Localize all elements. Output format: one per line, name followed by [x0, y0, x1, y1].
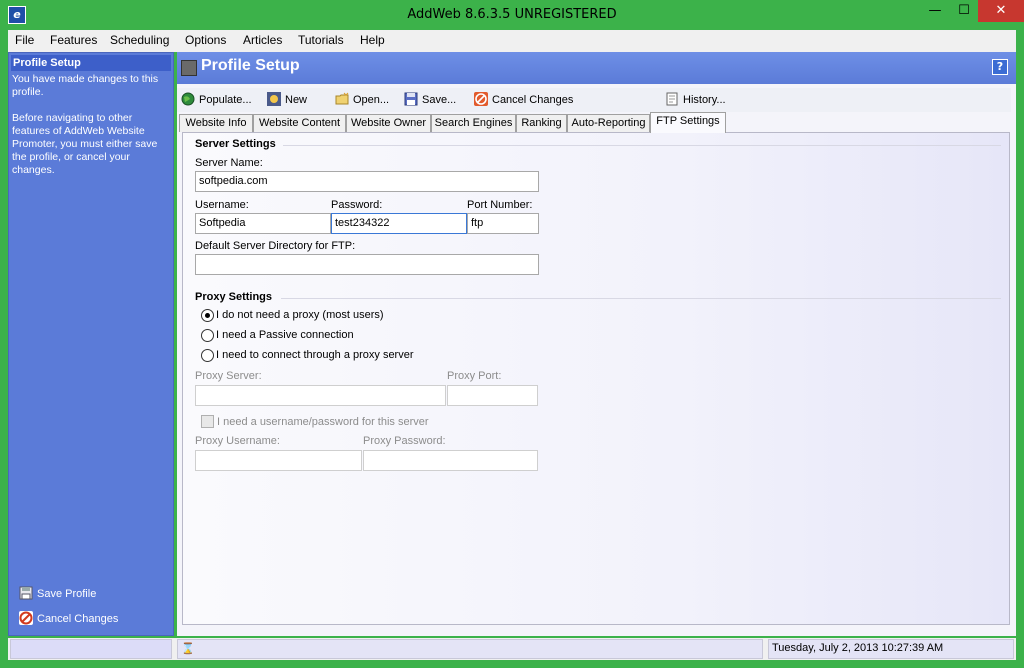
close-button[interactable]: ✕ — [978, 0, 1024, 22]
window-title: AddWeb 8.6.3.5 UNREGISTERED — [407, 7, 617, 22]
open-folder-icon — [335, 92, 349, 106]
server-settings-divider — [283, 145, 1001, 146]
proxy-password-input[interactable] — [363, 450, 538, 471]
sidebar-save-profile[interactable]: Save Profile — [19, 586, 96, 602]
menu-file[interactable]: File — [15, 33, 34, 47]
no-proxy-label: I do not need a proxy (most users) — [216, 309, 384, 321]
status-datetime: Tuesday, July 2, 2013 10:27:39 AM — [772, 642, 944, 654]
maximize-button[interactable]: ☐ — [950, 0, 978, 22]
populate-button[interactable]: Populate... — [181, 92, 252, 108]
port-number-label: Port Number: — [467, 199, 533, 211]
tab-ranking[interactable]: Ranking — [516, 114, 567, 132]
main-header: Profile Setup ? — [177, 52, 1016, 84]
menu-features[interactable]: Features — [50, 33, 97, 47]
cancel-changes-label: Cancel Changes — [37, 613, 119, 625]
port-number-input[interactable]: ftp — [467, 213, 539, 234]
globe-icon — [181, 92, 195, 106]
cancel-changes-toolbar-label: Cancel Changes — [492, 94, 574, 106]
proxy-username-input[interactable] — [195, 450, 362, 471]
save-icon — [404, 92, 418, 106]
main-area: Profile Setup ? Populate... New Open... — [177, 52, 1016, 636]
new-document-icon — [267, 92, 281, 106]
history-label: History... — [683, 94, 726, 106]
menu-bar: File Features Scheduling Options Article… — [8, 30, 1016, 52]
menu-help[interactable]: Help — [360, 33, 385, 47]
app-window: e AddWeb 8.6.3.5 UNREGISTERED — ☐ ✕ File… — [0, 0, 1024, 668]
tab-auto-reporting[interactable]: Auto-Reporting — [567, 114, 650, 132]
minimize-button[interactable]: — — [920, 0, 950, 22]
server-name-label: Server Name: — [195, 157, 263, 169]
server-name-input[interactable]: softpedia.com — [195, 171, 539, 192]
proxy-auth-label: I need a username/password for this serv… — [217, 416, 429, 428]
toolbar: Populate... New Open... Save... Cancel C… — [177, 88, 1011, 112]
proxy-settings-heading: Proxy Settings — [195, 291, 273, 303]
profile-setup-icon — [181, 60, 197, 76]
proxy-username-label: Proxy Username: — [195, 435, 280, 447]
username-label: Username: — [195, 199, 249, 211]
proxy-server-label: Proxy Server: — [195, 370, 262, 382]
menu-tutorials[interactable]: Tutorials — [298, 33, 344, 47]
sidebar-heading: Profile Setup — [11, 55, 171, 71]
save-label: Save... — [422, 94, 457, 106]
proxy-password-label: Proxy Password: — [363, 435, 446, 447]
proxy-server-input[interactable] — [195, 385, 446, 406]
proxy-auth-checkbox[interactable] — [201, 415, 214, 428]
tab-website-owner[interactable]: Website Owner — [346, 114, 431, 132]
sidebar-message: You have made changes to this profile. B… — [12, 73, 172, 190]
radio-passive-connection[interactable] — [201, 329, 214, 342]
default-directory-input[interactable] — [195, 254, 539, 275]
sidebar-paragraph-2: Before navigating to other features of A… — [12, 112, 158, 176]
history-button[interactable]: History... — [665, 92, 726, 108]
cancel-icon — [474, 92, 488, 106]
sidebar-paragraph-1: You have made changes to this profile. — [12, 73, 159, 98]
save-button[interactable]: Save... — [404, 92, 456, 108]
status-segment-progress: ⌛ — [177, 639, 763, 659]
tab-search-engines[interactable]: Search Engines — [431, 114, 516, 132]
tab-strip: Website Info Website Content Website Own… — [179, 112, 1013, 133]
menu-scheduling[interactable]: Scheduling — [110, 33, 169, 47]
sidebar: Profile Setup You have made changes to t… — [8, 52, 174, 636]
radio-no-proxy[interactable] — [201, 309, 214, 322]
password-label: Password: — [331, 199, 383, 211]
new-label: New — [285, 94, 308, 106]
sidebar-cancel-changes[interactable]: Cancel Changes — [19, 611, 118, 627]
server-settings-heading: Server Settings — [195, 138, 276, 150]
menu-options[interactable]: Options — [185, 33, 226, 47]
cancel-icon — [19, 611, 33, 625]
radio-proxy-server[interactable] — [201, 349, 214, 362]
page-title: Profile Setup — [201, 57, 300, 74]
cancel-changes-button[interactable]: Cancel Changes — [474, 92, 573, 108]
title-bar: e AddWeb 8.6.3.5 UNREGISTERED — ☐ ✕ — [0, 0, 1024, 30]
status-segment-left — [10, 639, 172, 659]
proxy-server-option-label: I need to connect through a proxy server — [216, 349, 414, 361]
proxy-port-label: Proxy Port: — [447, 370, 502, 382]
open-label: Open... — [353, 94, 390, 106]
open-button[interactable]: Open... — [335, 92, 389, 108]
tab-ftp-settings[interactable]: FTP Settings — [650, 112, 726, 133]
tab-website-info[interactable]: Website Info — [179, 114, 253, 132]
passive-connection-label: I need a Passive connection — [216, 329, 354, 341]
proxy-port-input[interactable] — [447, 385, 538, 406]
menu-articles[interactable]: Articles — [243, 33, 282, 47]
history-icon — [665, 92, 679, 106]
hourglass-icon: ⌛ — [181, 642, 195, 655]
proxy-settings-divider — [281, 298, 1001, 299]
new-button[interactable]: New — [267, 92, 307, 108]
save-profile-label: Save Profile — [37, 588, 97, 600]
tab-website-content[interactable]: Website Content — [253, 114, 346, 132]
password-input[interactable]: test234322 — [331, 213, 467, 234]
default-directory-label: Default Server Directory for FTP: — [195, 240, 356, 252]
populate-label: Populate... — [199, 94, 252, 106]
username-input[interactable]: Softpedia — [195, 213, 331, 234]
help-icon[interactable]: ? — [992, 59, 1008, 75]
save-disk-icon — [19, 586, 33, 600]
ftp-settings-panel: Server Settings Server Name: softpedia.c… — [182, 132, 1010, 625]
